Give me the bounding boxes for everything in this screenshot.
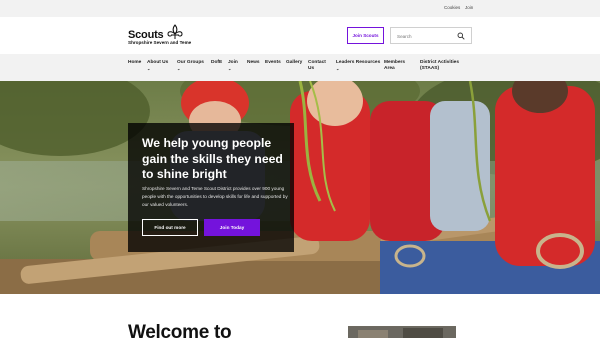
nav-our-groups[interactable]: Our Groups ⌄ <box>177 60 204 71</box>
utility-bar: Cookies Join <box>0 0 600 17</box>
search-box <box>390 27 472 44</box>
join-link[interactable]: Join <box>465 5 473 10</box>
nav-label: News <box>247 60 260 65</box>
nav-label-line1: District Activities <box>420 60 460 65</box>
nav-contact-us[interactable]: Contact Us <box>308 60 326 72</box>
site-header: Scouts Shropshire Severn and Teme Join S… <box>0 17 600 54</box>
nav-label: DofE <box>211 60 223 65</box>
nav-label: Gallery <box>286 60 303 65</box>
fleur-de-lis-icon <box>167 24 183 39</box>
nav-label: Join <box>228 60 238 65</box>
nav-district-activities[interactable]: District Activities (STAAS) <box>420 60 459 72</box>
nav-about-us[interactable]: About Us ⌄ <box>147 60 168 71</box>
welcome-heading: Welcome to <box>128 322 232 338</box>
nav-members-area[interactable]: Members Area <box>384 60 405 72</box>
hero-photo <box>0 81 600 294</box>
nav-label: About Us <box>147 60 169 65</box>
hero-panel: We help young people gain the skills the… <box>128 123 294 252</box>
chevron-down-icon: ⌄ <box>336 66 340 71</box>
nav-label: Our Groups <box>177 60 204 65</box>
nav-label: Home <box>128 60 142 65</box>
nav-leaders-resources[interactable]: Leaders Resources ⌄ <box>336 60 380 71</box>
nav-label-line2: Us <box>308 66 315 71</box>
nav-label: Events <box>265 60 281 65</box>
chevron-down-icon: ⌄ <box>177 66 181 71</box>
welcome-image <box>348 326 456 338</box>
nav-dofe[interactable]: DofE <box>211 60 222 66</box>
nav-label-line2: (STAAS) <box>420 66 440 71</box>
find-out-more-button[interactable]: Find out more <box>142 219 198 236</box>
hero-title: We help young people gain the skills the… <box>142 136 283 181</box>
nav-home[interactable]: Home <box>128 60 141 66</box>
nav-label-line2: Area <box>384 66 395 71</box>
cookies-link[interactable]: Cookies <box>444 5 460 10</box>
join-scouts-button[interactable]: Join Scouts <box>347 27 384 44</box>
site-logo[interactable]: Scouts Shropshire Severn and Teme <box>128 24 191 45</box>
logo-subtitle: Shropshire Severn and Teme <box>128 40 192 45</box>
nav-news[interactable]: News <box>247 60 260 66</box>
chevron-down-icon: ⌄ <box>147 66 151 71</box>
nav-join[interactable]: Join ⌄ <box>228 60 238 71</box>
hero-description: Shropshire Severn and Teme Scout Distric… <box>142 186 288 207</box>
search-icon[interactable] <box>457 32 465 40</box>
main-nav: Home About Us ⌄ Our Groups ⌄ DofE Join ⌄… <box>0 54 600 81</box>
nav-label-line1: Contact <box>308 60 326 65</box>
search-input[interactable] <box>397 33 457 40</box>
nav-events[interactable]: Events <box>265 60 281 66</box>
chevron-down-icon: ⌄ <box>228 66 232 71</box>
hero-banner: We help young people gain the skills the… <box>0 81 600 294</box>
nav-label-line1: Members <box>384 60 406 65</box>
nav-gallery[interactable]: Gallery <box>286 60 302 66</box>
join-today-button[interactable]: Join Today <box>204 219 260 236</box>
nav-label: Leaders Resources <box>336 60 381 65</box>
